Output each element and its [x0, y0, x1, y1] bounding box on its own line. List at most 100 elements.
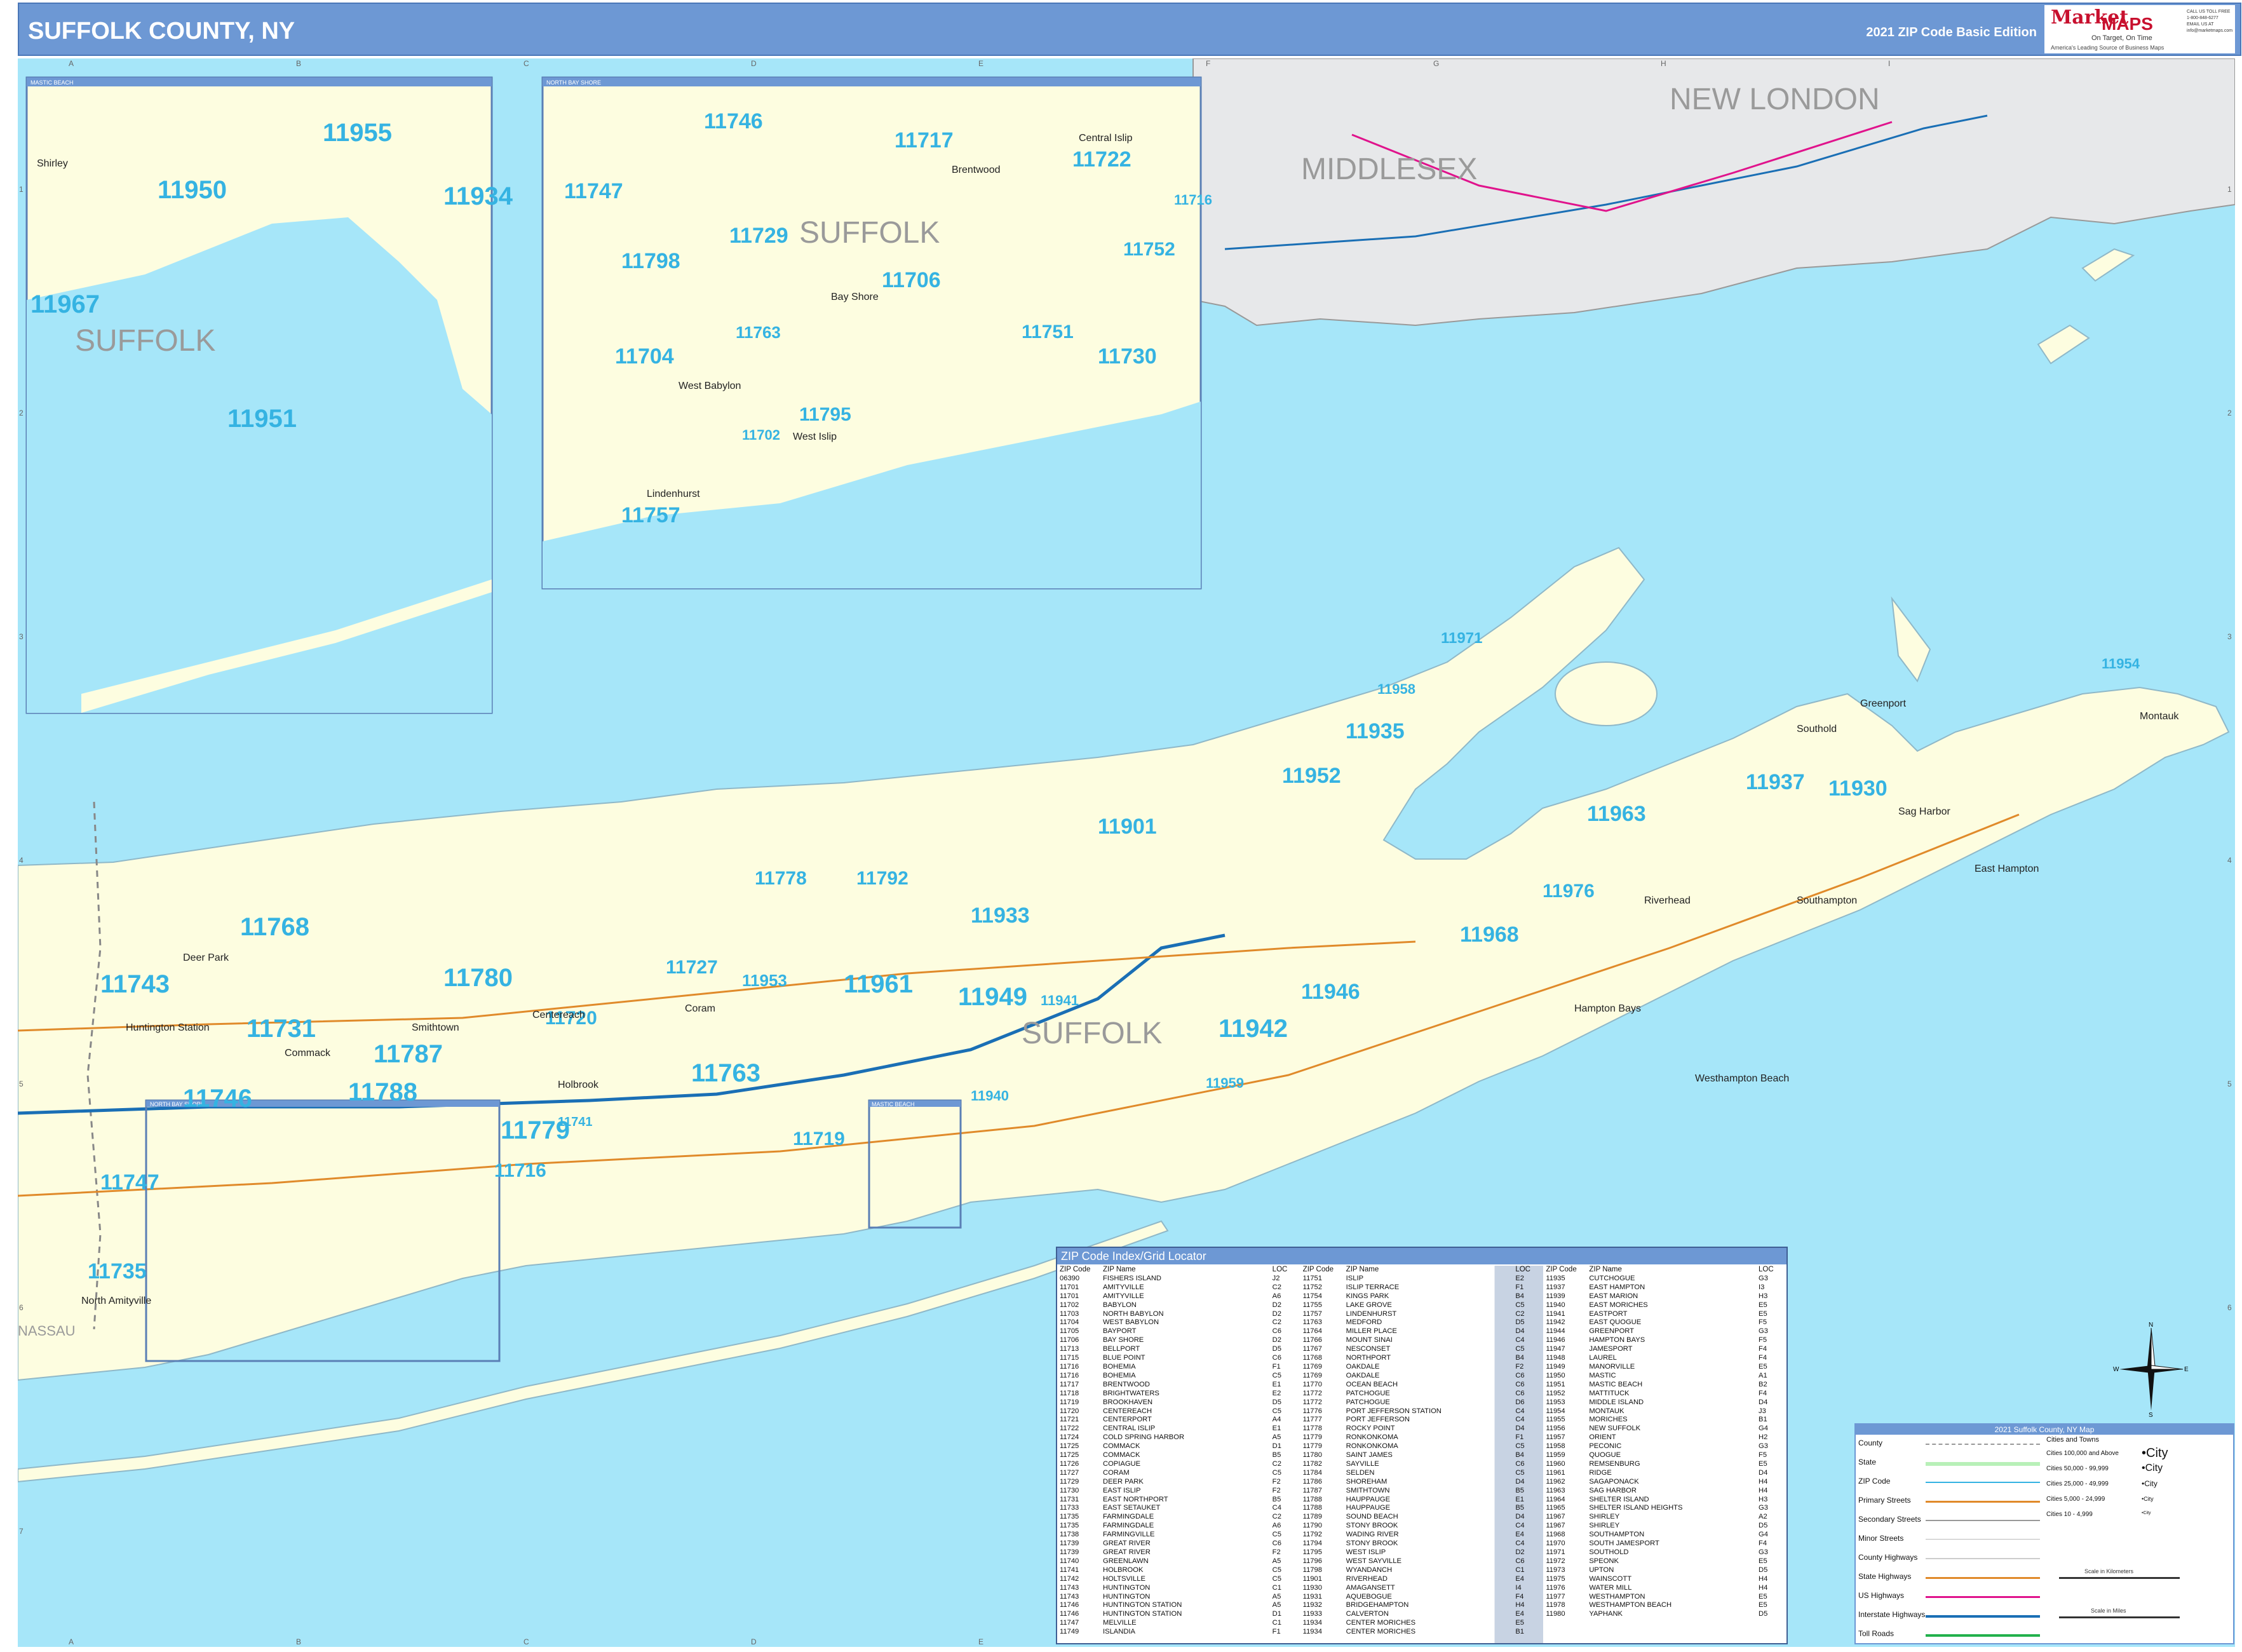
loc-cell: G3	[1759, 1442, 1768, 1451]
zip-index-row: 11717 BRENTWOOD E1	[1060, 1381, 1298, 1390]
zip-code-cell: 11796	[1302, 1557, 1322, 1565]
loc-cell: H3	[1759, 1495, 1768, 1503]
zip-index-row: 11722 CENTRAL ISLIP E1	[1060, 1425, 1298, 1433]
zip-index-row: 11952 MATTITUCK F4	[1546, 1390, 1784, 1398]
loc-cell: G4	[1759, 1425, 1768, 1433]
zip-index-row: 11972 SPEONK E5	[1546, 1557, 1784, 1566]
zip-name-cell: SOUND BEACH	[1346, 1513, 1398, 1521]
loc-cell: C6	[1272, 1354, 1281, 1362]
zip-index-row: 11778 ROCKY POINT D4	[1303, 1425, 1541, 1433]
loc-cell: G3	[1759, 1548, 1768, 1556]
loc-cell: D1	[1272, 1442, 1281, 1451]
city-tier-label: Cities 100,000 and Above	[2046, 1450, 2119, 1457]
zip-code-label: 11747	[564, 179, 623, 203]
zip-code-label: 11729	[729, 224, 788, 248]
zip-code-cell: 11962	[1546, 1477, 1565, 1486]
zip-code-cell: 11768	[1302, 1354, 1322, 1362]
loc-cell: C5	[1515, 1301, 1525, 1309]
zip-index-row: 11930 AMAGANSETT I4	[1303, 1584, 1541, 1593]
zip-name-cell: OAKDALE	[1346, 1362, 1380, 1371]
zip-name-cell: SAGAPONACK	[1589, 1477, 1639, 1486]
zip-code-cell: 11719	[1060, 1398, 1079, 1406]
zip-index-row: 11725 COMMACK B5	[1060, 1451, 1298, 1460]
zip-name-cell: BOHEMIA	[1103, 1371, 1136, 1379]
loc-cell: A5	[1272, 1433, 1281, 1442]
county-label: MIDDLESEX	[1301, 152, 1477, 186]
loc-cell: J3	[1759, 1407, 1766, 1415]
zip-name-cell: CUTCHOGUE	[1589, 1274, 1635, 1282]
legend-secondary-line	[1926, 1520, 2040, 1521]
place-label: Deer Park	[183, 952, 229, 963]
zip-code-cell: 11757	[1302, 1310, 1322, 1318]
zip-index-row: 11777 PORT JEFFERSON C4	[1303, 1416, 1541, 1425]
zip-code-cell: 11949	[1546, 1362, 1565, 1371]
zip-index-row: 11962 SAGAPONACK H4	[1546, 1478, 1784, 1487]
zip-name-cell: SOUTH JAMESPORT	[1589, 1540, 1659, 1548]
zip-code-cell: 11726	[1060, 1459, 1079, 1468]
zip-index-row: 11715 BLUE POINT C6	[1060, 1354, 1298, 1363]
zip-name-cell: CENTERPORT	[1103, 1416, 1152, 1424]
zip-index-header: LOC	[1515, 1266, 1530, 1273]
loc-cell: F1	[1515, 1283, 1524, 1291]
zip-code-cell: 11946	[1546, 1336, 1565, 1344]
zip-name-cell: LINDENHURST	[1346, 1310, 1397, 1318]
zip-name-cell: MOUNT SINAI	[1346, 1336, 1393, 1344]
zip-code-label: 11717	[895, 128, 954, 152]
zip-code-cell: 11970	[1546, 1540, 1565, 1548]
zip-code-cell: 11954	[1546, 1407, 1565, 1415]
zip-code-cell: 11721	[1060, 1416, 1079, 1424]
zip-code-cell: 11742	[1060, 1574, 1079, 1583]
zip-code-cell: 11717	[1060, 1380, 1079, 1388]
zip-name-cell: WATER MILL	[1589, 1583, 1632, 1592]
zip-code-cell: 11948	[1546, 1354, 1565, 1362]
place-label: Centereach	[532, 1010, 585, 1020]
loc-cell: B4	[1515, 1354, 1525, 1362]
zip-name-cell: SAYVILLE	[1346, 1459, 1379, 1468]
zip-name-cell: HUNTINGTON	[1103, 1583, 1151, 1592]
zip-name-cell: LAKE GROVE	[1346, 1301, 1392, 1309]
loc-cell: F4	[1759, 1389, 1767, 1397]
legend-county-line	[1926, 1444, 2040, 1445]
loc-cell: D4	[1515, 1477, 1525, 1486]
zip-code-label: 11976	[1543, 881, 1595, 902]
loc-cell: D4	[1515, 1327, 1525, 1336]
loc-cell: C6	[1515, 1371, 1525, 1379]
loc-cell: F2	[1272, 1477, 1281, 1486]
loc-cell: H4	[1759, 1574, 1768, 1583]
zip-index-row: 11971 SOUTHOLD G3	[1546, 1548, 1784, 1557]
loc-cell: D4	[1759, 1468, 1768, 1477]
place-label: Huntington Station	[126, 1022, 210, 1033]
zip-name-cell: SPEONK	[1589, 1557, 1619, 1565]
zip-name-cell: GREAT RIVER	[1103, 1540, 1151, 1548]
zip-code-cell: 11940	[1546, 1301, 1565, 1309]
zip-name-cell: MIDDLE ISLAND	[1589, 1398, 1644, 1406]
zip-code-label: 11953	[742, 971, 787, 990]
zip-index-row: 11946 HAMPTON BAYS F5	[1546, 1336, 1784, 1345]
loc-cell: C2	[1272, 1459, 1281, 1468]
zip-name-cell: AMITYVILLE	[1103, 1292, 1144, 1300]
zip-index-row: 11973 UPTON D5	[1546, 1566, 1784, 1575]
loc-cell: C4	[1515, 1416, 1525, 1424]
zip-code-cell: 11950	[1546, 1371, 1565, 1379]
place-label: Greenport	[1860, 698, 1907, 709]
zip-name-cell: MONTAUK	[1589, 1407, 1624, 1415]
zip-code-cell: 11772	[1302, 1389, 1322, 1397]
map-title: SUFFOLK COUNTY, NY	[28, 18, 295, 44]
market-maps-logo[interactable]: Market MAPS On Target, On Time America's…	[2044, 5, 2235, 53]
zip-code-cell: 11701	[1060, 1283, 1079, 1291]
zip-code-label: 11935	[1346, 719, 1405, 743]
zip-code-label: 11961	[844, 970, 913, 998]
zip-name-cell: EASTPORT	[1589, 1310, 1628, 1318]
loc-cell: D4	[1515, 1425, 1525, 1433]
zip-code-cell: 11959	[1546, 1451, 1565, 1459]
loc-cell: F1	[1272, 1628, 1281, 1636]
loc-cell: D2	[1272, 1336, 1281, 1344]
zip-index-row: 11716 BOHEMIA F1	[1060, 1363, 1298, 1372]
loc-cell: C6	[1515, 1459, 1525, 1468]
inset-mastic-beach-large[interactable]: MASTIC BEACH	[25, 76, 493, 714]
loc-cell: A5	[1272, 1557, 1281, 1565]
legend-interstate-line	[1926, 1615, 2040, 1618]
legend-item: US Highways	[1858, 1591, 1905, 1600]
loc-cell: A5	[1272, 1601, 1281, 1609]
zip-index-row: 11779 RONKONKOMA C5	[1303, 1442, 1541, 1451]
